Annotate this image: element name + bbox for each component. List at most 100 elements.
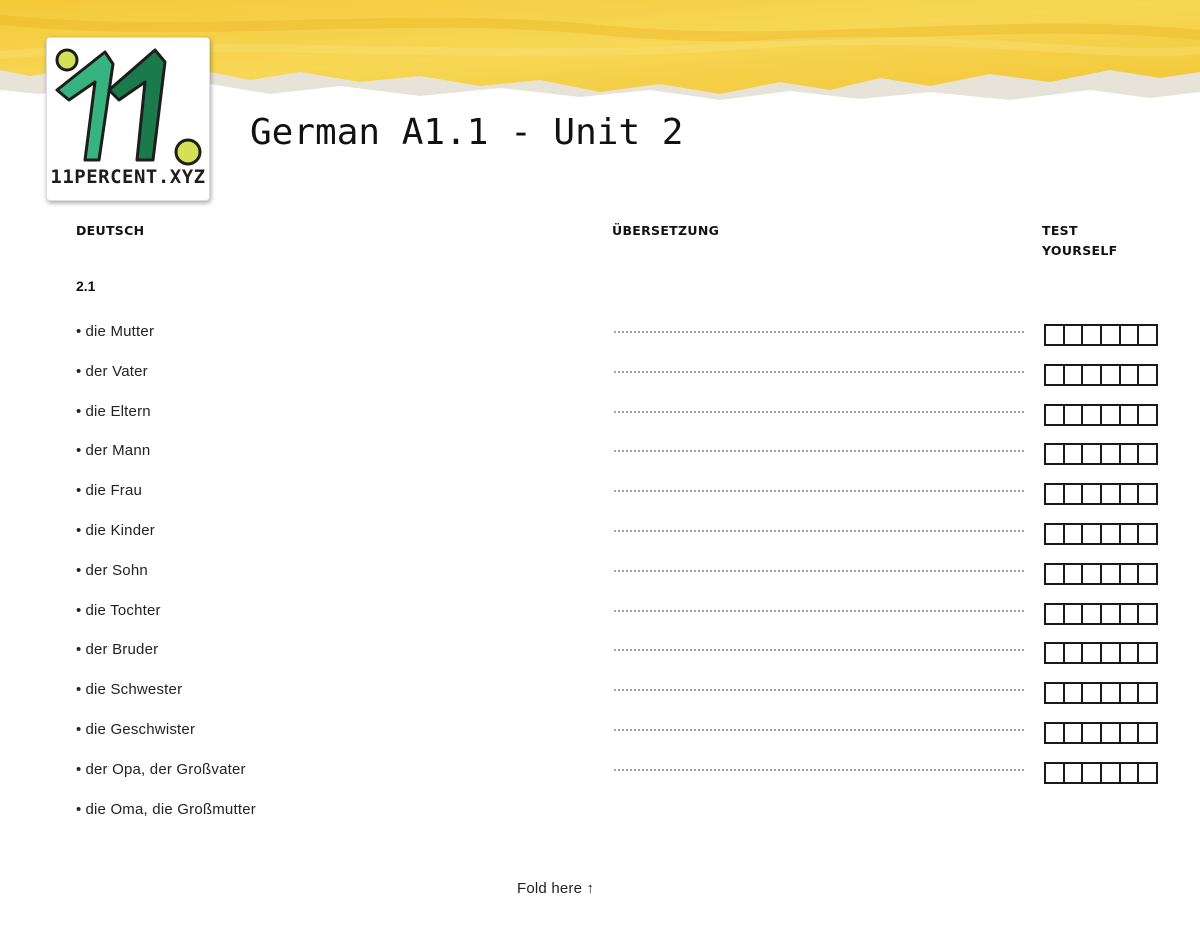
test-box[interactable] xyxy=(1137,365,1156,384)
test-box[interactable] xyxy=(1137,524,1156,543)
vocab-row: • die Mutter xyxy=(0,313,1200,353)
test-box[interactable] xyxy=(1062,365,1082,384)
test-box[interactable] xyxy=(1137,405,1156,424)
test-box[interactable] xyxy=(1062,485,1082,504)
test-yourself-boxes[interactable] xyxy=(1044,363,1158,386)
test-box[interactable] xyxy=(1137,604,1156,623)
test-box[interactable] xyxy=(1100,684,1119,703)
translation-answer-line[interactable] xyxy=(614,490,1024,493)
test-box[interactable] xyxy=(1062,564,1082,583)
test-box[interactable] xyxy=(1100,405,1119,424)
test-box[interactable] xyxy=(1062,326,1082,344)
test-box[interactable] xyxy=(1081,405,1100,424)
test-box[interactable] xyxy=(1100,604,1119,623)
test-box[interactable] xyxy=(1046,684,1063,702)
test-yourself-boxes[interactable] xyxy=(1044,761,1158,784)
test-box[interactable] xyxy=(1118,524,1138,543)
test-box[interactable] xyxy=(1081,485,1100,504)
test-box[interactable] xyxy=(1081,326,1100,344)
test-box[interactable] xyxy=(1081,445,1100,464)
test-box[interactable] xyxy=(1062,445,1082,464)
test-box[interactable] xyxy=(1062,405,1082,424)
test-box[interactable] xyxy=(1137,445,1156,464)
test-box[interactable] xyxy=(1137,485,1156,504)
test-box[interactable] xyxy=(1100,485,1119,504)
translation-answer-line[interactable] xyxy=(614,569,1024,572)
test-box[interactable] xyxy=(1118,684,1138,703)
test-box[interactable] xyxy=(1081,524,1100,543)
test-box[interactable] xyxy=(1100,524,1119,543)
test-yourself-boxes[interactable] xyxy=(1044,682,1158,705)
test-box[interactable] xyxy=(1137,723,1156,742)
test-yourself-boxes[interactable] xyxy=(1044,324,1158,346)
test-box[interactable] xyxy=(1062,684,1082,703)
test-box[interactable] xyxy=(1100,445,1119,464)
test-box[interactable] xyxy=(1100,326,1119,344)
test-box[interactable] xyxy=(1137,326,1156,344)
logo: 11PERCENT.XYZ xyxy=(46,37,210,201)
test-box[interactable] xyxy=(1137,763,1156,782)
translation-answer-line[interactable] xyxy=(614,529,1024,532)
test-yourself-boxes[interactable] xyxy=(1044,562,1158,585)
test-box[interactable] xyxy=(1046,445,1063,463)
test-box[interactable] xyxy=(1081,763,1100,782)
test-box[interactable] xyxy=(1118,365,1138,384)
translation-answer-line[interactable] xyxy=(614,728,1024,731)
test-box[interactable] xyxy=(1081,365,1100,384)
translation-answer-line[interactable] xyxy=(614,410,1024,413)
test-box[interactable] xyxy=(1046,525,1063,543)
vocab-term: • die Eltern xyxy=(76,403,151,420)
test-yourself-boxes[interactable] xyxy=(1044,721,1158,744)
test-box[interactable] xyxy=(1081,644,1100,663)
test-yourself-boxes[interactable] xyxy=(1044,403,1158,426)
translation-answer-line[interactable] xyxy=(614,609,1024,612)
test-box[interactable] xyxy=(1137,684,1156,703)
test-box[interactable] xyxy=(1081,723,1100,742)
translation-answer-line[interactable] xyxy=(614,450,1024,453)
test-yourself-boxes[interactable] xyxy=(1044,483,1158,506)
test-box[interactable] xyxy=(1081,564,1100,583)
test-box[interactable] xyxy=(1046,565,1063,583)
test-yourself-boxes[interactable] xyxy=(1044,642,1158,665)
test-box[interactable] xyxy=(1118,723,1138,742)
test-yourself-boxes[interactable] xyxy=(1044,443,1158,466)
test-box[interactable] xyxy=(1046,326,1063,344)
test-box[interactable] xyxy=(1118,445,1138,464)
test-box[interactable] xyxy=(1081,684,1100,703)
test-box[interactable] xyxy=(1046,724,1063,742)
test-box[interactable] xyxy=(1118,405,1138,424)
bullet-icon: • xyxy=(76,323,82,340)
test-box[interactable] xyxy=(1100,763,1119,782)
test-box[interactable] xyxy=(1046,366,1063,384)
translation-answer-line[interactable] xyxy=(614,370,1024,373)
test-box[interactable] xyxy=(1062,524,1082,543)
translation-answer-line[interactable] xyxy=(614,689,1024,692)
test-box[interactable] xyxy=(1046,485,1063,503)
test-box[interactable] xyxy=(1046,644,1063,662)
test-box[interactable] xyxy=(1062,644,1082,663)
test-box[interactable] xyxy=(1118,763,1138,782)
test-box[interactable] xyxy=(1046,764,1063,782)
translation-answer-line[interactable] xyxy=(614,649,1024,652)
test-box[interactable] xyxy=(1100,365,1119,384)
test-yourself-boxes[interactable] xyxy=(1044,602,1158,625)
test-box[interactable] xyxy=(1046,605,1063,623)
test-box[interactable] xyxy=(1100,564,1119,583)
test-box[interactable] xyxy=(1100,644,1119,663)
test-yourself-boxes[interactable] xyxy=(1044,522,1158,545)
test-box[interactable] xyxy=(1100,723,1119,742)
test-box[interactable] xyxy=(1118,326,1138,344)
test-box[interactable] xyxy=(1118,644,1138,663)
test-box[interactable] xyxy=(1062,723,1082,742)
test-box[interactable] xyxy=(1118,485,1138,504)
test-box[interactable] xyxy=(1118,564,1138,583)
test-box[interactable] xyxy=(1118,604,1138,623)
test-box[interactable] xyxy=(1137,564,1156,583)
test-box[interactable] xyxy=(1062,763,1082,782)
translation-answer-line[interactable] xyxy=(614,768,1024,771)
test-box[interactable] xyxy=(1046,406,1063,424)
test-box[interactable] xyxy=(1137,644,1156,663)
test-box[interactable] xyxy=(1062,604,1082,623)
test-box[interactable] xyxy=(1081,604,1100,623)
translation-answer-line[interactable] xyxy=(614,331,1024,333)
